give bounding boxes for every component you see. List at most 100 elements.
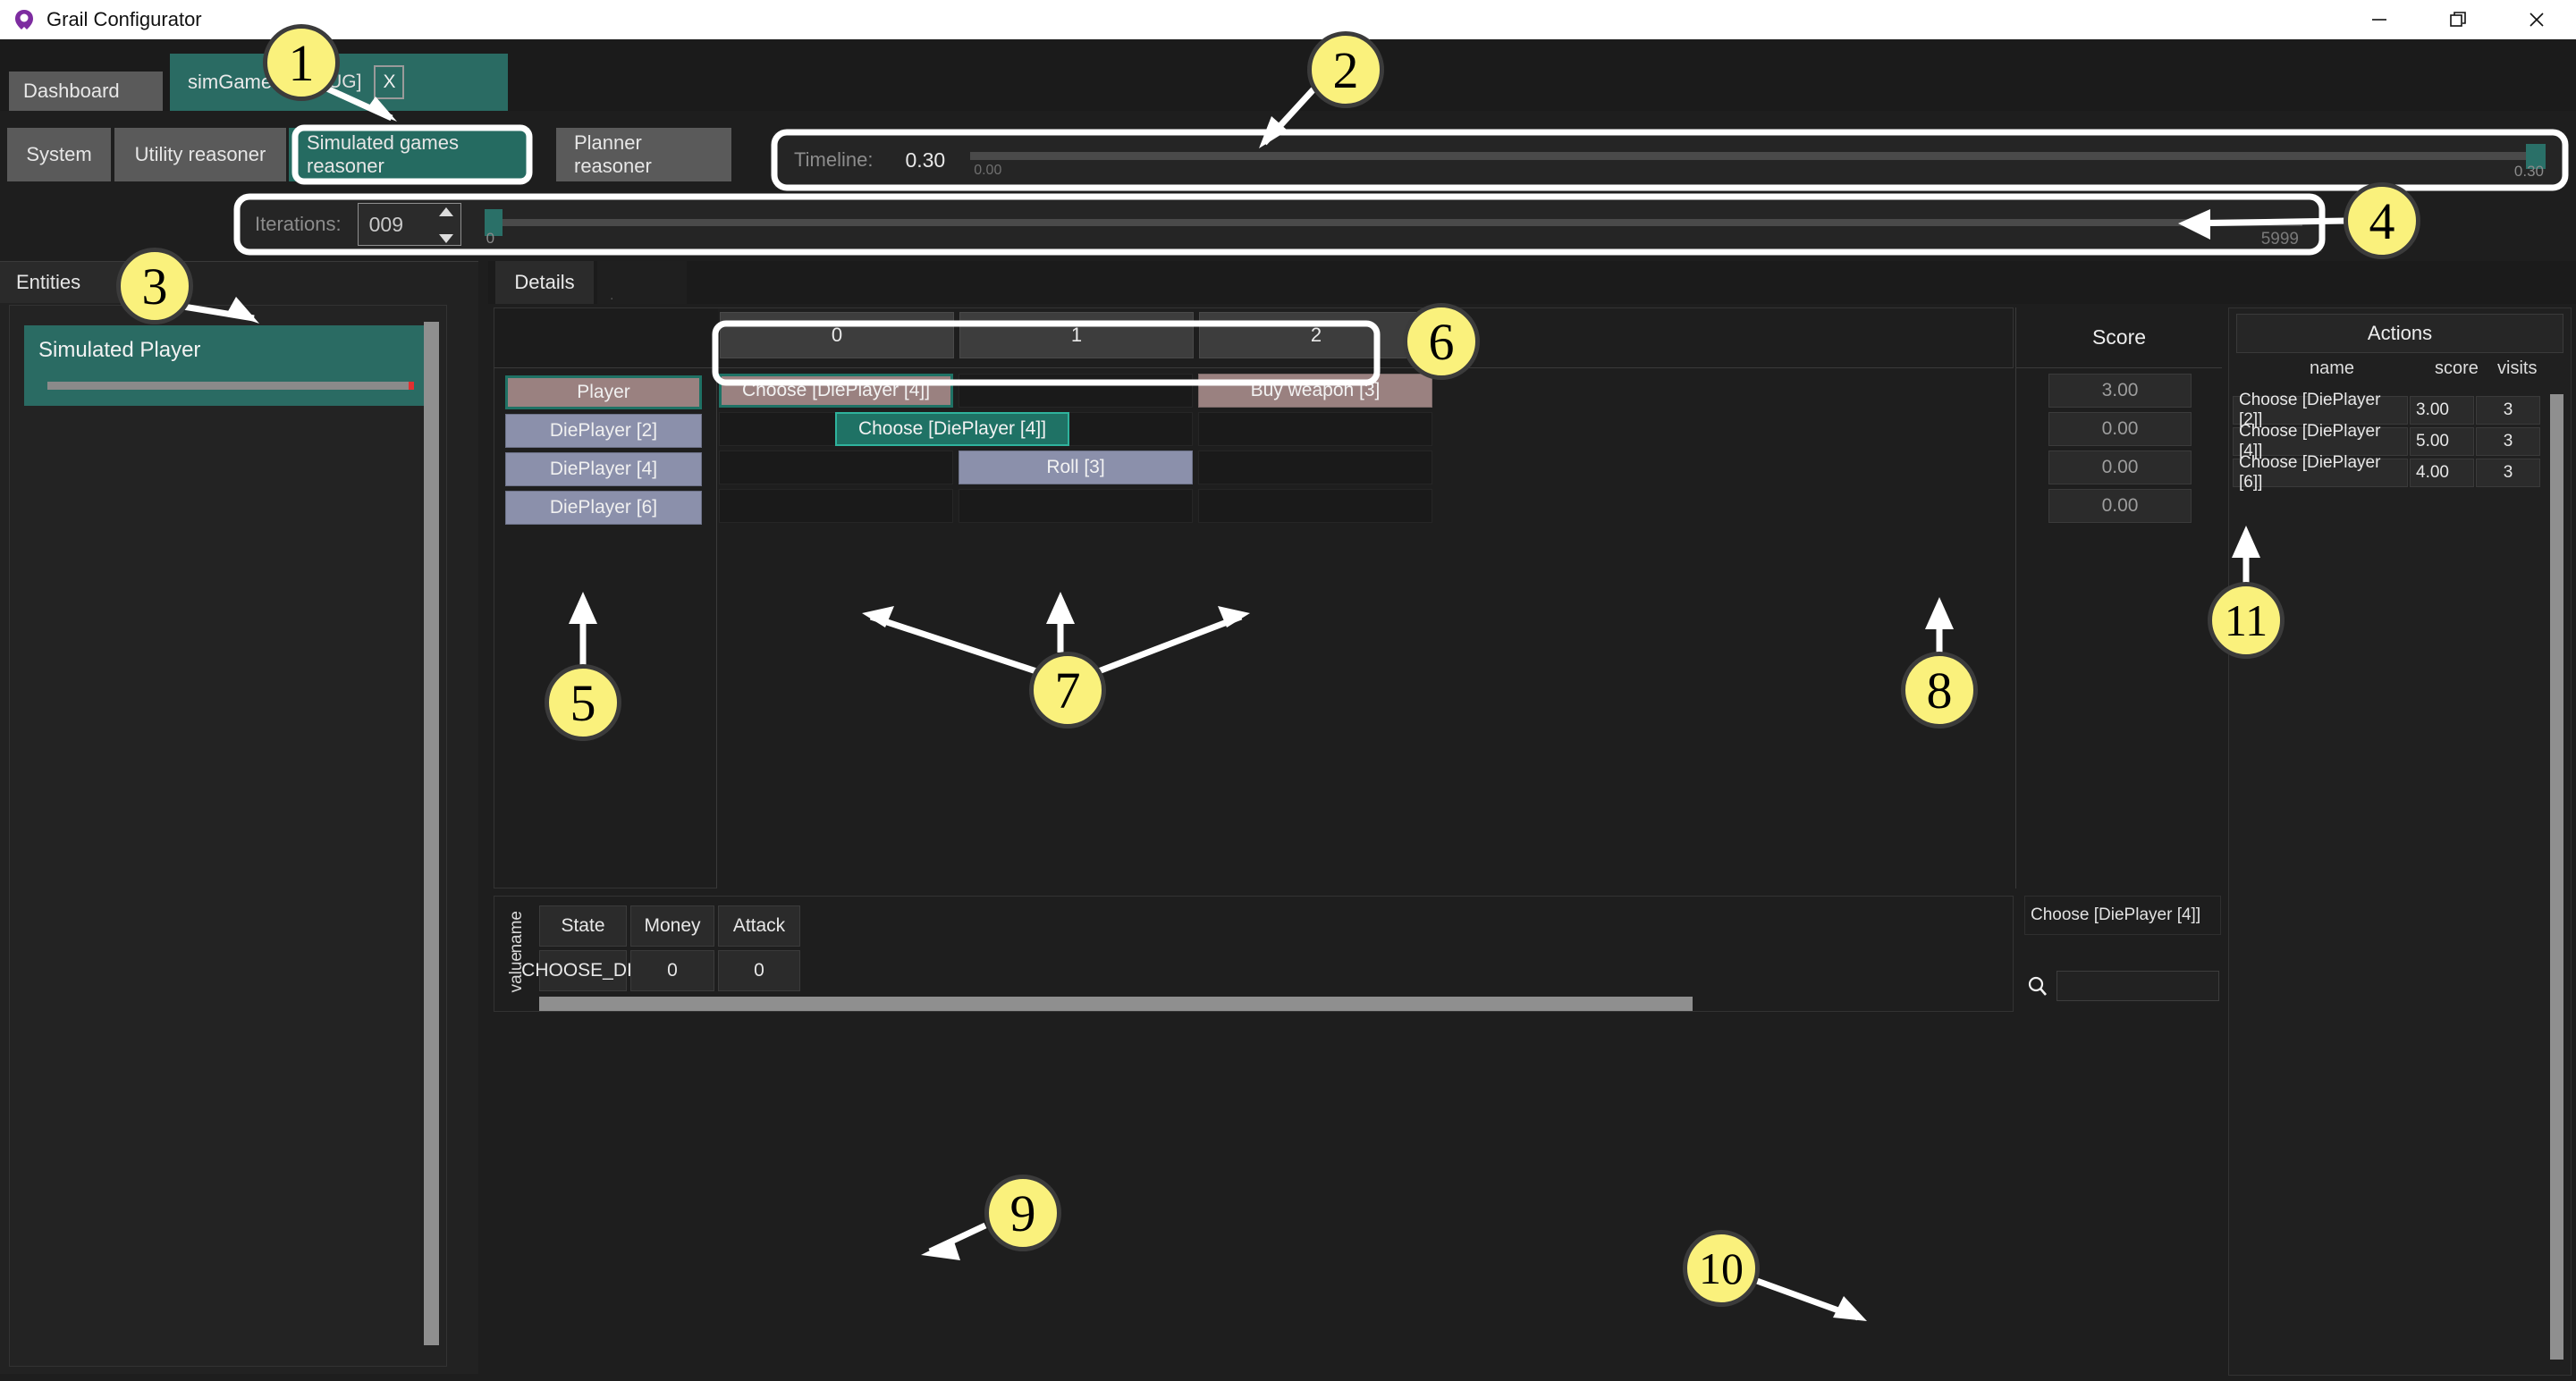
timeline-value: 0.30 xyxy=(905,147,946,172)
minimize-icon[interactable] xyxy=(2340,0,2419,39)
iterations-label: Iterations: xyxy=(255,213,342,235)
tree-cells: Choose [DiePlayer [4]] Buy weapon [3] Ch… xyxy=(719,368,2012,888)
reasoner-button-system[interactable]: System xyxy=(7,128,111,181)
tree-column-header-1[interactable]: 1 xyxy=(959,312,1194,358)
details-region: Details . 0 1 2 Player DiePlayer [2] Die… xyxy=(488,261,2576,1381)
timeline-panel: Timeline: 0.30 0.00 0.30 xyxy=(774,132,2565,188)
selected-node-label: Choose [DiePlayer [4]] xyxy=(2024,896,2221,935)
score-cell-3[interactable]: 0.00 xyxy=(2048,489,2192,523)
tab-close-button[interactable]: X xyxy=(374,65,405,99)
entities-scrollbar[interactable] xyxy=(424,322,439,1345)
iterations-stepper[interactable]: 009 xyxy=(357,203,461,246)
tree-cell-r2c2[interactable] xyxy=(1198,451,1432,484)
reasoner-button-utility[interactable]: Utility reasoner xyxy=(114,128,286,181)
timeline-label: Timeline: xyxy=(794,148,874,171)
score-cell-0[interactable]: 3.00 xyxy=(2048,374,2192,408)
actions-row-2[interactable]: Choose [DiePlayer [6]] 4.00 3 xyxy=(2233,453,2569,492)
entity-progress-bar xyxy=(47,382,414,390)
actions-col-score: score xyxy=(2435,358,2479,378)
window-controls xyxy=(2340,0,2576,39)
tree-row-labels: Player DiePlayer [2] DiePlayer [4] DiePl… xyxy=(494,368,717,888)
app-window: Grail Configurator Dashboard simGame [DE… xyxy=(0,0,2576,1381)
tree-node-choose-dieplayer-4-selected[interactable]: Choose [DiePlayer [4]] xyxy=(835,412,1069,446)
state-value-money[interactable]: 0 xyxy=(630,950,714,991)
tree-row-label-dieplayer-2[interactable]: DiePlayer [2] xyxy=(505,414,702,448)
tree-cell-r0c1[interactable] xyxy=(959,374,1193,408)
score-column: Score 3.00 0.00 0.00 0.00 xyxy=(2015,307,2222,888)
state-header-state[interactable]: State xyxy=(539,905,627,947)
actions-title: Actions xyxy=(2236,314,2563,353)
grail-logo-icon xyxy=(11,6,38,33)
entities-list: Simulated Player xyxy=(9,305,447,1367)
reasoner-button-simulated-games[interactable]: Simulated games reasoner xyxy=(289,128,529,181)
iterations-stepper-arrows[interactable] xyxy=(438,207,453,243)
entities-panel: Entities Simulated Player xyxy=(0,261,478,1374)
tree-header: 0 1 2 xyxy=(494,307,2014,368)
actions-row-2-score: 4.00 xyxy=(2410,459,2474,487)
tree-column-header-2[interactable]: 2 xyxy=(1199,312,1433,358)
actions-row-0-visits: 3 xyxy=(2476,396,2540,425)
timeline-max-label: 0.30 xyxy=(2513,163,2544,180)
search-icon[interactable] xyxy=(2026,974,2049,998)
tree-cell-r1c2[interactable] xyxy=(1198,412,1432,446)
restore-icon[interactable] xyxy=(2419,0,2497,39)
tab-details[interactable]: Details xyxy=(495,261,594,304)
tree-column-header-0[interactable]: 0 xyxy=(720,312,954,358)
chevron-down-icon[interactable] xyxy=(438,234,453,243)
close-icon[interactable] xyxy=(2497,0,2576,39)
iterations-slider[interactable]: 0 5999 xyxy=(484,203,2302,248)
state-table: name value State Money Attack CHOOSE_DIE… xyxy=(494,896,2014,1012)
state-value-state[interactable]: CHOOSE_DIE xyxy=(521,950,645,991)
score-cell-1[interactable]: 0.00 xyxy=(2048,412,2192,446)
details-body: 0 1 2 Player DiePlayer [2] DiePlayer [4]… xyxy=(494,307,2572,1376)
actions-row-1-visits: 3 xyxy=(2476,427,2540,456)
actions-col-name: name xyxy=(2310,358,2355,378)
actions-col-visits: visits xyxy=(2497,358,2538,378)
tab-details-secondary[interactable]: . xyxy=(597,261,687,304)
tree-cell-r2c0[interactable] xyxy=(719,451,953,484)
actions-row-1-name: Choose [DiePlayer [4]] xyxy=(2233,422,2408,460)
tree-cell-r3c1[interactable] xyxy=(959,489,1193,523)
actions-row-0[interactable]: Choose [DiePlayer [2]] 3.00 3 xyxy=(2233,391,2569,429)
chevron-up-icon[interactable] xyxy=(438,207,453,216)
actions-column-headers: name score visits xyxy=(2229,358,2572,391)
tree-cell-r3c2[interactable] xyxy=(1198,489,1432,523)
entities-tab[interactable]: Entities xyxy=(0,262,136,303)
simulation-tree: 0 1 2 Player DiePlayer [2] DiePlayer [4]… xyxy=(494,307,2222,888)
search-input[interactable] xyxy=(2057,971,2219,1001)
entity-card-simulated-player[interactable]: Simulated Player xyxy=(24,325,427,406)
actions-row-1-score: 5.00 xyxy=(2410,427,2474,456)
state-header-attack[interactable]: Attack xyxy=(718,905,800,947)
timeline-track[interactable] xyxy=(970,152,2546,160)
actions-row-0-name: Choose [DiePlayer [2]] xyxy=(2233,391,2408,429)
tree-row-label-player[interactable]: Player xyxy=(505,375,702,409)
actions-row-0-score: 3.00 xyxy=(2410,396,2474,425)
window-title: Grail Configurator xyxy=(46,8,202,30)
state-header-money[interactable]: Money xyxy=(630,905,714,947)
state-value-attack[interactable]: 0 xyxy=(718,950,800,991)
tree-row-label-dieplayer-6[interactable]: DiePlayer [6] xyxy=(505,491,702,525)
search-panel: Choose [DiePlayer [4]] xyxy=(2021,896,2221,1012)
timeline-slider[interactable]: 0.00 0.30 xyxy=(970,139,2546,181)
reasoner-button-planner[interactable]: Planner reasoner xyxy=(556,128,731,181)
tree-node-buy-weapon-3[interactable]: Buy weapon [3] xyxy=(1198,374,1432,408)
state-row-label-name: name xyxy=(507,911,526,954)
tab-dashboard[interactable]: Dashboard xyxy=(9,72,163,111)
tree-node-choose-dieplayer-4-root[interactable]: Choose [DiePlayer [4]] xyxy=(719,374,953,408)
tree-node-roll-3[interactable]: Roll [3] xyxy=(959,451,1193,484)
iterations-panel: Iterations: 009 0 5999 xyxy=(237,197,2322,252)
state-table-horizontal-scrollbar[interactable] xyxy=(539,997,1693,1011)
entity-name: Simulated Player xyxy=(38,338,201,362)
score-cell-2[interactable]: 0.00 xyxy=(2048,451,2192,484)
iterations-value: 009 xyxy=(368,212,403,236)
actions-row-2-name: Choose [DiePlayer [6]] xyxy=(2233,453,2408,492)
actions-row-1[interactable]: Choose [DiePlayer [4]] 5.00 3 xyxy=(2233,422,2569,460)
tree-row-label-dieplayer-4[interactable]: DiePlayer [4] xyxy=(505,452,702,486)
iterations-track[interactable] xyxy=(484,219,2302,226)
tree-cell-r3c0[interactable] xyxy=(719,489,953,523)
tab-simgame[interactable]: simGame [DEBUG] X xyxy=(170,54,508,111)
iterations-min-label: 0 xyxy=(486,230,495,247)
score-header: Score xyxy=(2016,307,2222,368)
tab-simgame-label: simGame xyxy=(188,71,273,93)
actions-scrollbar[interactable] xyxy=(2550,394,2563,1360)
